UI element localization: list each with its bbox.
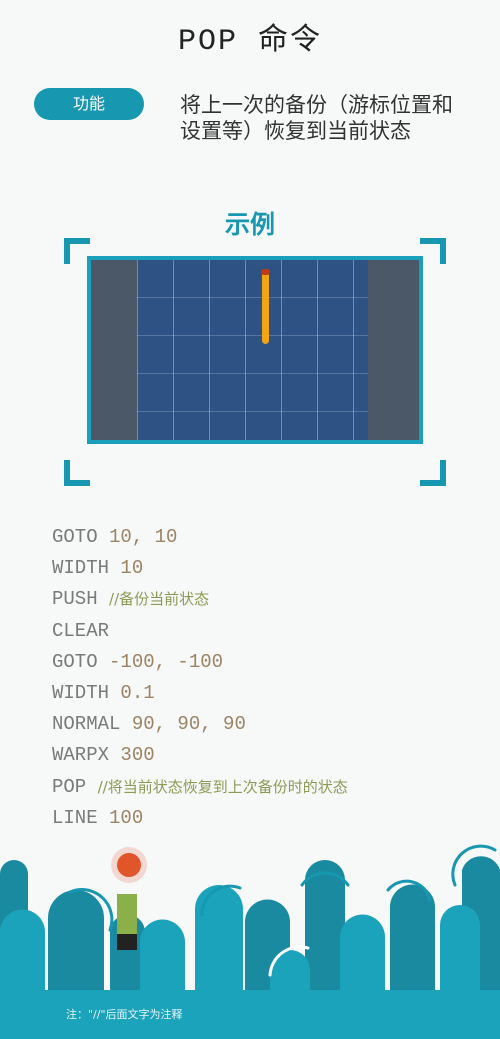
- code-args: 10: [120, 557, 144, 580]
- code-command: GOTO: [52, 526, 98, 548]
- function-badge: 功能: [34, 88, 144, 120]
- code-args: 300: [120, 744, 155, 767]
- drawn-line: [262, 270, 269, 344]
- code-command: CLEAR: [52, 619, 110, 642]
- function-description: 将上一次的备份（游标位置和设置等）恢复到当前状态: [180, 93, 453, 143]
- code-command: NORMAL: [52, 713, 121, 736]
- code-line: NORMAL 90, 90, 90: [52, 709, 348, 740]
- page-title: POP 命令: [177, 25, 322, 59]
- code-line: POP //将当前状态恢复到上次备份时的状态: [52, 772, 348, 803]
- code-command: POP: [52, 775, 87, 798]
- code-line: WIDTH 0.1: [52, 678, 348, 709]
- code-command: PUSH: [52, 588, 98, 611]
- code-command: WIDTH: [52, 682, 110, 705]
- code-line: GOTO 10, 10: [52, 522, 348, 553]
- cursor-marker: [261, 269, 270, 275]
- frame-corner-bl: [64, 460, 90, 486]
- code-args: 10, 10: [109, 526, 178, 548]
- code-args: 90, 90, 90: [131, 713, 246, 736]
- code-line: WIDTH 10: [52, 553, 348, 584]
- code-line: LINE 100: [52, 803, 348, 834]
- code-args: 0.1: [120, 682, 155, 705]
- code-command: LINE: [52, 806, 98, 829]
- code-comment: //备份当前状态: [109, 590, 210, 609]
- code-line: CLEAR: [52, 616, 348, 647]
- code-command: GOTO: [52, 650, 98, 673]
- code-line: WARPX 300: [52, 740, 348, 771]
- code-comment: //将当前状态恢复到上次备份时的状态: [97, 777, 348, 796]
- drawing-canvas: [91, 260, 419, 440]
- code-args: 100: [109, 806, 144, 829]
- frame-corner-br: [420, 460, 446, 486]
- code-command: WARPX: [52, 744, 110, 767]
- code-line: GOTO -100, -100: [52, 647, 348, 678]
- code-args: -100, -100: [109, 650, 224, 673]
- example-screenshot: [87, 256, 423, 444]
- example-title: 示例: [224, 210, 275, 239]
- frame-corner-tr: [420, 238, 446, 264]
- code-line: PUSH //备份当前状态: [52, 584, 348, 615]
- canvas-grid: [137, 260, 368, 440]
- code-block: GOTO 10, 10 WIDTH 10 PUSH //备份当前状态 CLEAR GOT…: [52, 522, 348, 834]
- footnote: 注："//"后面文字为注释: [66, 1008, 183, 1021]
- code-command: WIDTH: [52, 557, 110, 580]
